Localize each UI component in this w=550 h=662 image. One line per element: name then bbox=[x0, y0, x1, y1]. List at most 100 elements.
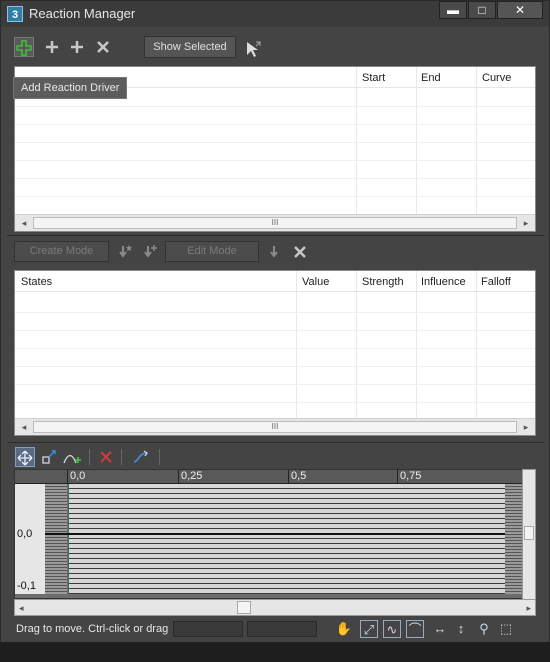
table-row[interactable] bbox=[15, 142, 535, 143]
title-bar[interactable]: 3 Reaction Manager ▬ □ ✕ bbox=[1, 1, 549, 27]
move-keys-button[interactable] bbox=[15, 447, 35, 467]
delete-x-icon bbox=[294, 246, 306, 258]
show-selected-button[interactable]: Show Selected bbox=[144, 36, 236, 58]
maximize-button[interactable]: □ bbox=[468, 1, 496, 19]
column-divider bbox=[356, 271, 357, 418]
table-row[interactable] bbox=[15, 160, 535, 161]
zoom-magnify-icon[interactable]: ⚲ bbox=[475, 620, 493, 638]
column-header-states[interactable]: States bbox=[21, 276, 52, 288]
states-horizontal-scrollbar[interactable]: ◂ III ▸ bbox=[15, 418, 535, 435]
y-axis-label: 0,0 bbox=[17, 528, 33, 540]
curve-horizontal-scrollbar[interactable]: ◂ ▸ bbox=[14, 599, 536, 616]
scroll-left-arrow-icon[interactable]: ◂ bbox=[19, 218, 29, 228]
column-header-start[interactable]: Start bbox=[362, 72, 385, 84]
zero-axis-line bbox=[45, 533, 505, 535]
insert-state-button[interactable] bbox=[115, 241, 135, 261]
zoom-vertical-icon[interactable]: ↕ bbox=[452, 620, 470, 638]
column-header-end[interactable]: End bbox=[421, 72, 441, 84]
table-row[interactable] bbox=[15, 196, 535, 197]
delete-key-button[interactable] bbox=[96, 447, 116, 467]
table-row[interactable] bbox=[15, 312, 535, 313]
set-state-button[interactable] bbox=[264, 241, 284, 261]
move-arrows-icon bbox=[17, 450, 33, 466]
curve-grid[interactable] bbox=[68, 484, 505, 594]
curve-ruler: 0,0 0,25 0,5 0,75 bbox=[15, 470, 535, 484]
scrollbar-thumb[interactable] bbox=[237, 601, 251, 614]
column-header-influence[interactable]: Influence bbox=[421, 276, 466, 288]
delete-driver-button[interactable] bbox=[93, 37, 113, 57]
curve-graph[interactable]: 0,0 0,25 0,5 0,75 0,0 -0,1 bbox=[14, 469, 536, 599]
scroll-left-arrow-icon[interactable]: ◂ bbox=[19, 603, 24, 614]
range-gutter-left bbox=[45, 484, 67, 594]
key-value-field-y[interactable] bbox=[247, 621, 317, 637]
column-header-value[interactable]: Value bbox=[302, 276, 329, 288]
curve-arrow-icon bbox=[133, 450, 148, 463]
table-row[interactable] bbox=[15, 384, 535, 385]
desktop-background bbox=[0, 642, 550, 662]
table-row[interactable] bbox=[15, 178, 535, 179]
zoom-extents-icon[interactable]: ⤢ bbox=[360, 620, 378, 638]
toolbar-separator bbox=[159, 449, 160, 465]
arrow-down-star-icon bbox=[119, 245, 132, 258]
table-row[interactable] bbox=[15, 330, 535, 331]
scroll-left-arrow-icon[interactable]: ◂ bbox=[19, 422, 29, 432]
delete-state-button[interactable] bbox=[290, 241, 310, 261]
range-gutter-right bbox=[505, 484, 522, 594]
scale-keys-button[interactable] bbox=[39, 447, 59, 467]
minimize-button[interactable]: ▬ bbox=[439, 1, 467, 19]
column-divider bbox=[476, 271, 477, 418]
zoom-horizontal-extents-icon[interactable]: ∿ bbox=[383, 620, 401, 638]
ruler-label: 0,5 bbox=[291, 470, 307, 482]
zoom-horizontal-icon[interactable]: ↔ bbox=[431, 620, 449, 638]
zoom-value-extents-icon[interactable]: ⌒ bbox=[406, 620, 424, 638]
scroll-right-arrow-icon[interactable]: ▸ bbox=[526, 603, 531, 614]
add-reaction-button[interactable] bbox=[42, 37, 62, 57]
table-row[interactable] bbox=[15, 348, 535, 349]
drivers-horizontal-scrollbar[interactable]: ◂ III ▸ bbox=[15, 214, 535, 231]
app-icon: 3 bbox=[7, 6, 23, 22]
scroll-right-arrow-icon[interactable]: ▸ bbox=[521, 422, 531, 432]
plus-icon bbox=[71, 41, 83, 53]
section-divider bbox=[7, 235, 545, 236]
table-row[interactable] bbox=[15, 402, 535, 403]
column-header-strength[interactable]: Strength bbox=[362, 276, 404, 288]
column-divider bbox=[416, 271, 417, 418]
column-header-falloff[interactable]: Falloff bbox=[481, 276, 511, 288]
ruler-tick bbox=[67, 470, 68, 484]
column-divider bbox=[476, 67, 477, 214]
append-state-button[interactable] bbox=[140, 241, 160, 261]
arrow-down-icon bbox=[270, 246, 278, 258]
select-pointer-button[interactable] bbox=[243, 37, 263, 57]
table-row[interactable] bbox=[15, 366, 535, 367]
ruler-tick bbox=[397, 470, 398, 484]
add-reaction-driver-button[interactable] bbox=[14, 37, 34, 57]
status-message: Drag to move. Ctrl-click or drag bbox=[16, 623, 169, 635]
scrollbar-thumb[interactable]: III bbox=[33, 421, 517, 433]
column-header-curve[interactable]: Curve bbox=[482, 72, 511, 84]
tangent-type-button[interactable] bbox=[131, 447, 151, 467]
arrow-down-plus-icon bbox=[144, 245, 157, 258]
scroll-right-arrow-icon[interactable]: ▸ bbox=[521, 218, 531, 228]
y-axis-label: -0,1 bbox=[17, 580, 36, 592]
range-start-line[interactable] bbox=[68, 484, 69, 594]
edit-mode-button[interactable]: Edit Mode bbox=[165, 241, 259, 262]
table-row[interactable] bbox=[15, 124, 535, 125]
states-table-header: States Value Strength Influence Falloff bbox=[15, 271, 535, 292]
key-value-field-x[interactable] bbox=[173, 621, 243, 637]
insert-key-button[interactable] bbox=[63, 447, 83, 467]
column-divider bbox=[416, 67, 417, 214]
close-window-button[interactable]: ✕ bbox=[497, 1, 543, 19]
add-selected-button[interactable] bbox=[67, 37, 87, 57]
table-row[interactable] bbox=[15, 106, 535, 107]
zoom-region-icon[interactable]: ⬚ bbox=[497, 620, 515, 638]
scrollbar-thumb[interactable]: III bbox=[33, 217, 517, 229]
delete-x-icon bbox=[97, 41, 109, 53]
pan-hand-icon[interactable]: ✋ bbox=[335, 620, 353, 638]
create-mode-button[interactable]: Create Mode bbox=[14, 241, 109, 262]
ruler-label: 0,0 bbox=[70, 470, 86, 482]
ruler-label: 0,25 bbox=[181, 470, 203, 482]
driver-toolbar: Show Selected bbox=[9, 31, 541, 63]
scrollbar-thumb[interactable] bbox=[524, 526, 534, 540]
status-bar: Drag to move. Ctrl-click or drag ✋ ⤢ ∿ ⌒… bbox=[1, 617, 549, 641]
curve-vertical-scrollbar[interactable] bbox=[522, 469, 536, 600]
